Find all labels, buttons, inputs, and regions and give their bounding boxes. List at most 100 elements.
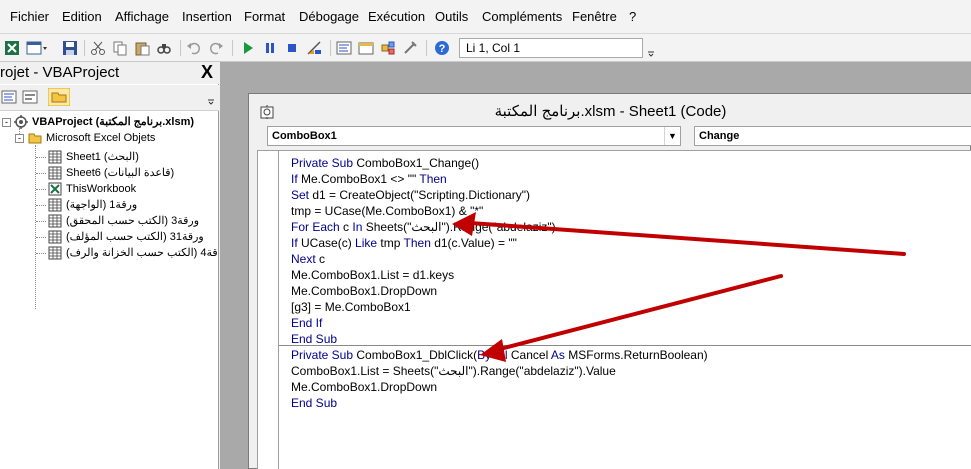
project-toolbar-options-icon[interactable] [206,88,216,106]
tree-item-vbaproject[interactable]: VBAProject (برنامج المكتبة.xlsm) [14,114,219,130]
run-icon[interactable] [240,40,256,56]
excel-icon[interactable] [4,40,20,56]
code-line: tmp = UCase(Me.ComboBox1) & "*" [291,203,483,219]
redo-icon[interactable] [208,40,224,56]
code-window: برنامج المكتبة.xlsm - Sheet1 (Code) Comb… [248,93,971,469]
code-line: If Me.ComboBox1 <> "" Then [291,171,447,187]
code-text: ComboBox1_DblClick( [356,348,478,362]
object-browser-icon[interactable] [380,40,396,56]
tree-item-sheet-editor[interactable]: ورقة3 (الكتب حسب المحقق) [48,213,219,229]
toggle-folders-icon[interactable] [48,88,70,106]
procedure-dropdown[interactable]: Change [694,126,971,146]
view-object-icon[interactable] [21,88,39,106]
code-keyword: Private Sub [291,348,357,362]
break-icon[interactable] [262,40,278,56]
menu-d-bogage[interactable]: Débogage [297,0,361,34]
code-keyword: In [352,220,366,234]
code-text: d1(c.Value) = "" [434,236,517,250]
tree-item-sheet6[interactable]: Sheet6 (قاعدة البيانات) [48,165,219,181]
toolbar-separator [84,40,85,56]
code-text: Me.ComboBox1 <> "" [301,172,420,186]
project-explorer-title: rojet - VBAProject [0,62,219,84]
code-keyword: Like [355,236,381,250]
tree-item-label: VBAProject (برنامج المكتبة.xlsm) [32,116,195,128]
toolbar-separator [180,40,181,56]
tree-item-thisworkbook[interactable]: ThisWorkbook [48,181,219,197]
design-mode-icon[interactable] [306,40,322,56]
code-text: ComboBox1.List = Sheets("البحث").Range("… [291,364,616,378]
insert-userform-icon[interactable] [26,40,48,56]
menu-affichage[interactable]: Affichage [113,0,171,34]
menu-fen-tre[interactable]: Fenêtre [570,0,619,34]
tree-item-label: ThisWorkbook [66,183,137,195]
toolbox-icon[interactable] [402,40,418,56]
find-icon[interactable] [156,40,172,56]
view-code-icon[interactable] [0,88,18,106]
worksheet-icon [48,198,62,212]
code-keyword: For Each [291,220,344,234]
worksheet-icon [48,214,62,228]
tree-item-sheet-author[interactable]: ورقة31 (الكتب حسب المؤلف) [48,229,219,245]
menu-fichier[interactable]: Fichier [8,0,51,34]
reset-icon[interactable] [284,40,300,56]
tree-item-sheet-interface[interactable]: ورقة1 (الواجهة) [48,197,219,213]
code-line: Me.ComboBox1.DropDown [291,283,437,299]
standard-toolbar: ? Li 1, Col 1 [0,34,971,62]
folder-icon [28,133,42,144]
collapse-folder-icon[interactable]: - [15,134,24,143]
help-icon[interactable]: ? [434,40,450,56]
project-explorer-toolbar [0,85,219,111]
menu-outils[interactable]: Outils [433,0,470,34]
tree-item-excel-objects[interactable]: Microsoft Excel Objets [28,130,218,146]
code-line: Set d1 = CreateObject("Scripting.Diction… [291,187,530,203]
code-keyword: End Sub [291,332,338,346]
properties-icon[interactable] [358,40,374,56]
tree-item-label: ورقة1 (الواجهة) [66,199,138,211]
undo-icon[interactable] [186,40,202,56]
worksheet-icon [48,246,62,260]
code-keyword: If [291,172,302,186]
project-explorer-icon[interactable] [336,40,352,56]
menu-format[interactable]: Format [242,0,287,34]
code-keyword: Then [419,172,447,186]
code-line: End Sub [291,395,337,411]
code-text: c [343,220,353,234]
tree-item-sheet1[interactable]: Sheet1 (البحث) [48,149,219,165]
object-dropdown[interactable]: ComboBox1 [267,126,681,146]
collapse-root-icon[interactable]: - [2,118,11,127]
code-keyword: As [550,348,569,362]
workbook-icon [48,182,62,196]
menu-compl-ments[interactable]: Compléments [480,0,564,34]
tree-item-sheet-shelf[interactable]: قة4 (الكتب حسب الخزانة والرف) [48,245,219,261]
code-keyword: Next [291,252,320,266]
project-explorer: rojet - VBAProject X - VBAProject (برنام… [0,62,219,469]
code-text: tmp [380,236,404,250]
cut-icon[interactable] [90,40,106,56]
close-icon[interactable]: X [197,63,217,83]
code-text: tmp = UCase(Me.ComboBox1) & "*" [291,204,484,218]
code-text: Me.ComboBox1.DropDown [291,284,438,298]
menu-ex-cution[interactable]: Exécution [366,0,427,34]
worksheet-icon [48,230,62,244]
menu-edition[interactable]: Edition [60,0,104,34]
menu-bar: Fichier Edition Affichage Insertion Format Dé… [0,0,971,34]
code-editor[interactable]: Private Sub ComboBox1_Change() If Me.Comb… [257,150,971,469]
code-line: [g3] = Me.ComboBox1 [291,299,411,315]
copy-icon[interactable] [112,40,128,56]
worksheet-icon [48,166,62,180]
code-line: End Sub [291,331,337,347]
code-keyword: Set [291,188,313,202]
toolbar-options-icon[interactable] [646,38,656,58]
code-line: Private Sub ComboBox1_DblClick(ByVal Can… [291,347,708,363]
save-icon[interactable] [62,40,78,56]
code-window-titlebar: برنامج المكتبة.xlsm - Sheet1 (Code) [249,94,971,127]
paste-icon[interactable] [134,40,150,56]
toolbar-separator [232,40,233,56]
tree-item-label: Sheet1 (البحث) [66,151,139,163]
cursor-position-field: Li 1, Col 1 [459,38,643,58]
code-line: End If [291,315,322,331]
menu-insertion[interactable]: Insertion [180,0,234,34]
menu-help[interactable]: ? [627,0,638,34]
code-text: Sheets("البحث").Range("abdelaziz") [365,220,556,234]
chevron-down-icon[interactable]: ▼ [664,127,680,145]
